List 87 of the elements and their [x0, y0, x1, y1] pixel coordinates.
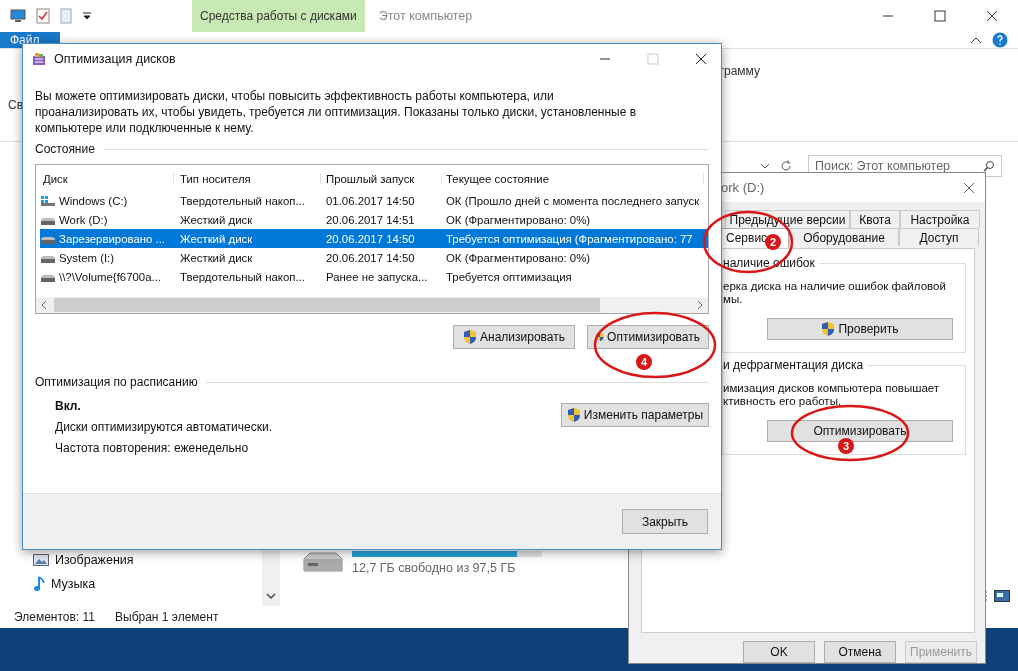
horizontal-scrollbar[interactable]	[36, 297, 708, 313]
table-cell: Зарезервировано ...	[59, 232, 166, 245]
collapse-ribbon-icon[interactable]	[970, 36, 982, 44]
defrag-app-icon	[32, 52, 46, 66]
computer-icon[interactable]	[10, 9, 26, 23]
schedule-text: Диски оптимизируются автоматически.	[55, 420, 272, 434]
section-heading: Состояние	[35, 142, 95, 156]
table-cell: Windows (C:)	[59, 194, 128, 207]
group-description: ктивность его работы.	[723, 395, 843, 409]
schedule-text: Частота повторения: еженедельно	[55, 441, 250, 455]
table-cell-text: 20.06.2017 14:50	[325, 251, 416, 264]
drive-row[interactable]: Work (D:) Жесткий диск 20.06.2017 14:51 ОК (Фрагментировано: 0%)	[40, 210, 708, 229]
action-button[interactable]: Анализировать	[453, 325, 575, 349]
group-description: мы.	[723, 293, 744, 307]
schedule-state: Вкл.	[55, 399, 82, 413]
ribbon-pane-label: Св	[8, 98, 24, 112]
table-cell-text: ОК (Фрагментировано: 0%)	[445, 213, 592, 226]
shield-icon	[821, 321, 836, 338]
group-description: ерка диска на наличие ошибок файловой	[723, 280, 947, 294]
table-cell-text: Жесткий диск	[179, 213, 254, 226]
dialog-button[interactable]: OK	[743, 641, 815, 663]
group-description: имизация дисков компьютера повышает	[723, 382, 941, 396]
table-cell-text: Твердотельный накоп...	[179, 194, 306, 207]
scroll-down-icon[interactable]	[266, 592, 276, 600]
check-button[interactable]: Оптимизировать	[767, 420, 953, 443]
dropdown-arrow-icon[interactable]	[82, 12, 92, 20]
nav-item[interactable]: Музыка	[33, 575, 262, 593]
description-text: Вы можете оптимизировать диски, чтобы повысить эффективность работы компьютера, или проанализировать их, чтобы увидеть, требуется ли оптимизация. Показаны только диски, установленные в компьютере или подключенные к нему.	[35, 88, 638, 136]
table-cell: Work (D:)	[59, 213, 108, 226]
status-text: Элементов: 11	[14, 610, 95, 624]
table-cell-text: 20.06.2017 14:51	[325, 213, 416, 226]
chevron-down-icon[interactable]	[760, 161, 770, 170]
scroll-right-icon[interactable]	[696, 300, 704, 310]
table-cell-text: Твердотельный накоп...	[179, 270, 306, 283]
table-cell-text: Требуется оптимизация	[445, 270, 573, 283]
table-cell-text: 20.06.2017 14:50	[325, 232, 416, 245]
table-cell: \\?\Volume{f6700a...	[59, 270, 161, 283]
column-header[interactable]: Тип носителя	[174, 173, 321, 185]
table-cell: System (I:)	[59, 251, 115, 264]
refresh-icon[interactable]	[780, 159, 792, 172]
table-cell-text: 01.06.2017 14:50	[325, 194, 416, 207]
dialog-button[interactable]: Отмена	[824, 641, 896, 663]
dialog-title: ork (D:)	[721, 180, 765, 196]
contextual-tab-group: Средства работы с дисками	[192, 0, 365, 32]
drive-row[interactable]: Windows (C:) Твердотельный накоп... 01.06.2017 14:50 ОК (Прошло дней с момента последнего запуск	[40, 191, 708, 210]
tiles-view-icon[interactable]	[994, 590, 1010, 602]
dialog-title: Оптимизация дисков	[54, 52, 176, 66]
search-icon	[983, 159, 995, 172]
column-header[interactable]: Текущее состояние	[442, 173, 704, 185]
maximize-icon	[647, 53, 659, 65]
action-button[interactable]: Оптимизировать	[587, 325, 709, 349]
free-space-text: 12,7 ГБ свободно из 97,5 ГБ	[352, 561, 517, 575]
check-button[interactable]: Проверить	[767, 318, 953, 341]
column-header[interactable]: Прошлый запуск	[321, 173, 442, 185]
checklist-icon[interactable]	[36, 8, 50, 24]
help-icon[interactable]	[992, 32, 1008, 48]
scroll-left-icon[interactable]	[40, 300, 48, 310]
table-cell-text: ОК (Фрагментировано: 0%)	[445, 251, 592, 264]
image-icon	[33, 554, 49, 566]
system-drive-icon	[40, 194, 56, 207]
shield-icon	[566, 407, 581, 423]
shield-icon	[463, 329, 477, 345]
change-settings-button[interactable]: Изменить параметры	[561, 403, 709, 427]
drive-row[interactable]: \\?\Volume{f6700a... Твердотельный накоп... Ранее не запуска... Требуется оптимизация	[40, 267, 708, 286]
nav-item[interactable]: Изображения	[33, 551, 262, 569]
group-title: и дефрагментация диска	[723, 358, 868, 373]
music-note-icon	[33, 576, 45, 592]
table-cell-text: Требуется оптимизация (Фрагментировано: 77	[445, 232, 694, 245]
table-cell-text: Ранее не запуска...	[325, 270, 429, 283]
table-cell-text: Жесткий диск	[179, 251, 254, 264]
dialog-tab[interactable]: Квота	[850, 210, 900, 229]
dialog-tab[interactable]: Настройка	[900, 210, 980, 229]
close-button[interactable]: Закрыть	[622, 509, 708, 534]
table-cell-text: ОК (Прошло дней с момента последнего запуск	[445, 194, 701, 207]
section-heading: Оптимизация по расписанию	[35, 375, 198, 389]
close-icon[interactable]	[986, 10, 998, 22]
status-text: Выбран 1 элемент	[115, 610, 219, 624]
table-cell-text: Жесткий диск	[179, 232, 254, 245]
close-icon[interactable]	[695, 53, 707, 65]
maximize-icon[interactable]	[934, 10, 946, 22]
drive-row[interactable]: System (I:) Жесткий диск 20.06.2017 14:50 ОК (Фрагментировано: 0%)	[40, 248, 708, 267]
window-title: Этот компьютер	[378, 9, 473, 23]
hard-drive-icon[interactable]	[302, 551, 344, 573]
dialog-tab[interactable]: Доступ	[899, 228, 979, 247]
dialog-tab[interactable]: Оборудование	[789, 228, 899, 247]
drive-row[interactable]: Зарезервировано ... Жесткий диск 20.06.2017 14:50 Требуется оптимизация (Фрагментировано: 77	[40, 229, 708, 248]
column-header[interactable]: Диск	[40, 173, 174, 185]
